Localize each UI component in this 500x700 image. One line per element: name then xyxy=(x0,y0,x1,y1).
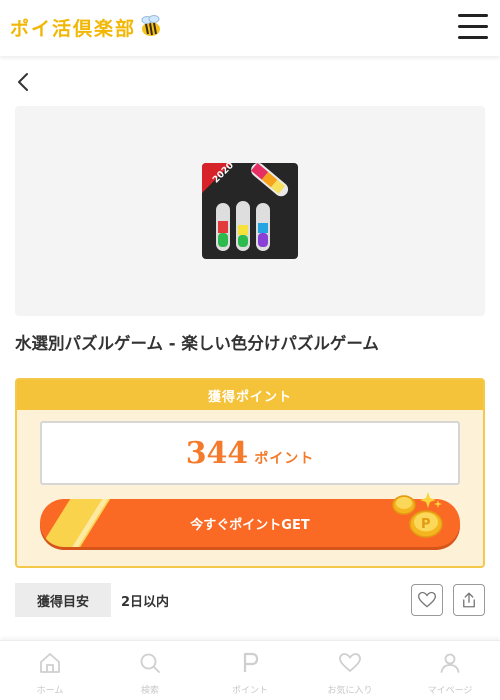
water-sort-icon: 2020 xyxy=(202,163,289,251)
nav-search-label: 検索 xyxy=(140,686,159,696)
point-p-icon xyxy=(243,652,259,672)
get-points-label: 今すぐポイントGET xyxy=(190,517,310,533)
home-icon xyxy=(40,653,60,673)
heart-icon xyxy=(339,653,361,673)
favorite-button[interactable] xyxy=(411,584,443,616)
user-icon xyxy=(440,653,460,673)
nav-points-label: ポイント xyxy=(231,686,268,696)
bottom-navigation: ホーム 検索 ポイント お気に入り マイページ xyxy=(0,640,500,700)
nav-mypage-label: マイページ xyxy=(427,686,473,696)
heart-icon xyxy=(417,591,437,608)
nav-search[interactable]: 検索 xyxy=(100,641,200,700)
points-value: 344 xyxy=(185,435,249,471)
nav-favorites[interactable]: お気に入り xyxy=(300,641,400,700)
nav-points[interactable]: ポイント xyxy=(200,641,300,700)
points-unit: ポイント xyxy=(254,451,315,467)
logo-text: ポイ活倶楽部 xyxy=(10,17,137,40)
app-header: ポイ活倶楽部 xyxy=(0,0,500,56)
search-icon xyxy=(140,653,160,673)
share-icon xyxy=(463,592,475,608)
app-hero-area: 2020 xyxy=(15,106,485,316)
nav-home-label: ホーム xyxy=(36,686,64,696)
earn-guide-label: 獲得目安 xyxy=(15,583,111,617)
earn-guide-value: 2日以内 xyxy=(121,594,170,610)
app-title: 水選別パズルゲーム - 楽しい色分けパズルゲーム xyxy=(15,334,379,353)
points-display: 344 ポイント xyxy=(40,421,460,485)
nav-mypage[interactable]: マイページ xyxy=(400,641,500,700)
bee-icon xyxy=(141,15,161,36)
nav-home[interactable]: ホーム xyxy=(0,641,100,700)
site-logo[interactable]: ポイ活倶楽部 xyxy=(10,12,164,42)
hamburger-icon[interactable] xyxy=(458,14,488,40)
nav-favorites-label: お気に入り xyxy=(327,686,373,696)
app-icon: 2020 xyxy=(202,163,298,259)
coins-icon: P xyxy=(392,492,443,538)
share-button[interactable] xyxy=(453,584,485,616)
points-header: 獲得ポイント xyxy=(17,380,483,410)
chevron-left-icon[interactable] xyxy=(14,70,34,94)
svg-text:P: P xyxy=(421,517,431,532)
